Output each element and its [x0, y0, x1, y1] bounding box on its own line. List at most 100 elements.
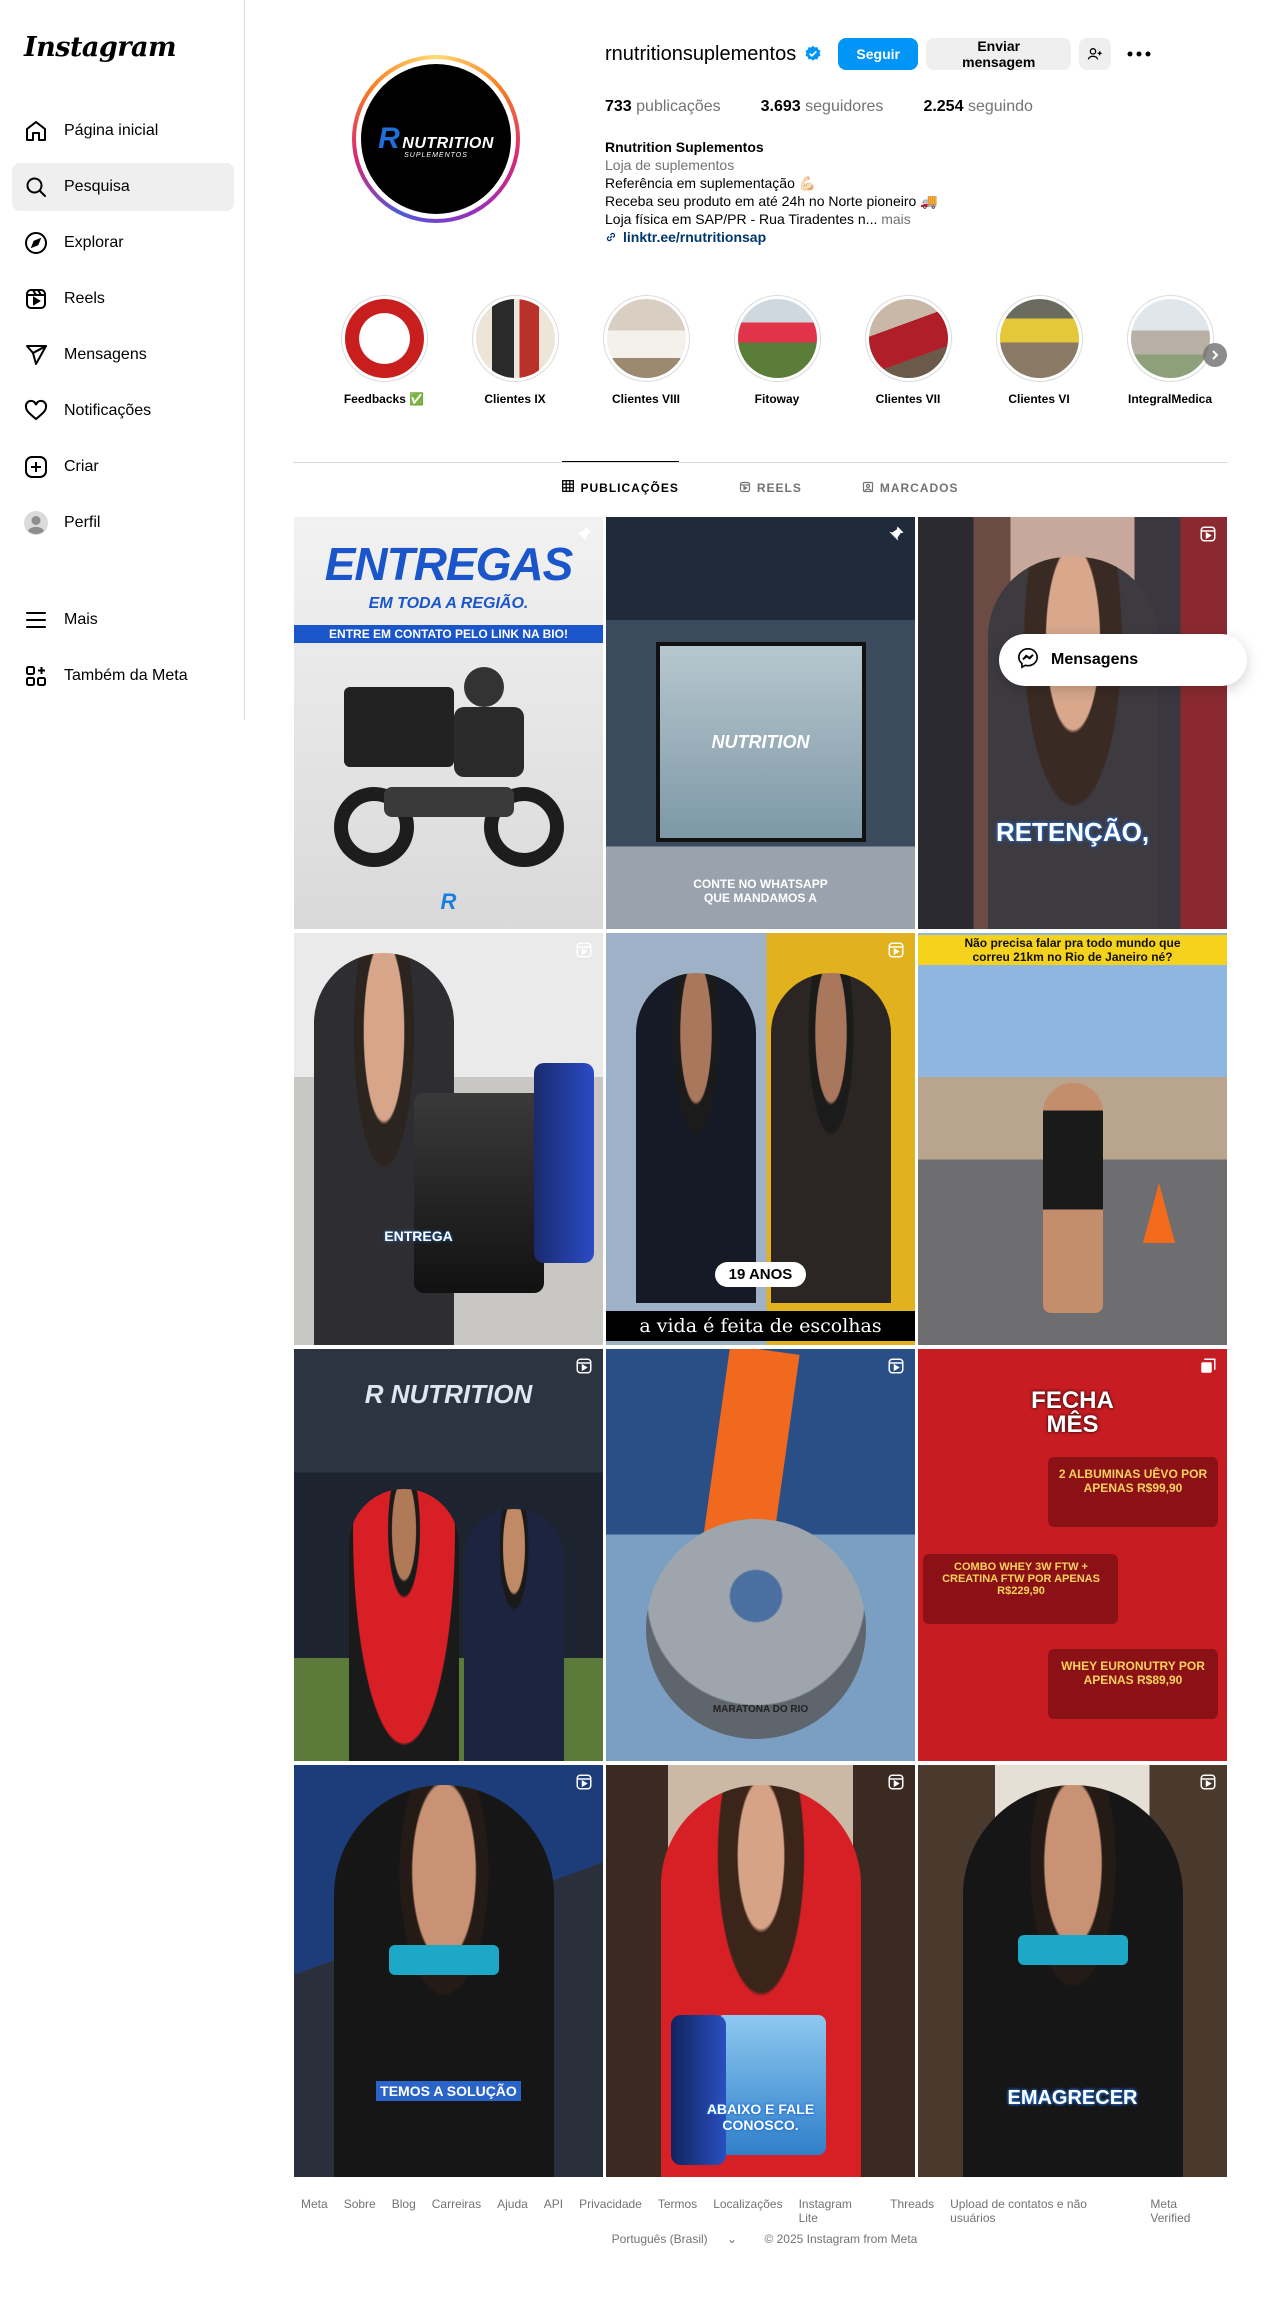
- carousel-icon: [1199, 1357, 1217, 1380]
- bio-more-link[interactable]: mais: [881, 211, 911, 227]
- person-figure: [963, 1785, 1183, 2177]
- footer-link[interactable]: Privacidade: [579, 2197, 642, 2225]
- highlight-item[interactable]: Clientes VI: [985, 295, 1093, 406]
- footer-link[interactable]: Ajuda: [497, 2197, 528, 2225]
- post-item[interactable]: Não precisa falar pra todo mundo que cor…: [918, 933, 1227, 1345]
- send-icon: [24, 343, 48, 367]
- post-item[interactable]: RETENÇÃO,: [918, 517, 1227, 929]
- highlight-item[interactable]: Feedbacks ✅: [330, 295, 438, 406]
- footer-links: Meta Sobre Blog Carreiras Ajuda API Priv…: [293, 2197, 1228, 2225]
- highlight-ring: [733, 295, 821, 382]
- highlight-item[interactable]: Fitoway: [723, 295, 831, 406]
- tab-tagged[interactable]: MARCADOS: [862, 462, 959, 514]
- sidebar-item-messages[interactable]: Mensagens: [12, 331, 234, 379]
- sidebar-item-reels[interactable]: Reels: [12, 275, 234, 323]
- tab-label: PUBLICAÇÕES: [580, 480, 679, 495]
- tab-posts[interactable]: PUBLICAÇÕES: [562, 461, 679, 513]
- footer-link[interactable]: Sobre: [344, 2197, 376, 2225]
- tab-reels[interactable]: REELS: [739, 462, 802, 514]
- sidebar-item-label: Pesquisa: [64, 178, 130, 195]
- reels-icon: [739, 481, 751, 496]
- person-right: [771, 973, 891, 1303]
- post-item[interactable]: ENTREGAS EM TODA A REGIÃO. ENTRE EM CONT…: [294, 517, 603, 929]
- footer-link[interactable]: Meta: [301, 2197, 328, 2225]
- footer-link[interactable]: Upload de contatos e não usuários: [950, 2197, 1134, 2225]
- bio-external-link[interactable]: linktr.ee/rnutritionsap: [605, 228, 965, 246]
- avatar-r: R: [378, 122, 401, 155]
- sidebar-item-label: Explorar: [64, 234, 124, 251]
- following-count[interactable]: 2.254 seguindo: [923, 98, 1032, 116]
- link-icon: [606, 232, 616, 242]
- post-caption: RETENÇÃO,: [995, 817, 1150, 847]
- footer-link[interactable]: Blog: [392, 2197, 416, 2225]
- reel-icon: [1199, 1773, 1217, 1796]
- sidebar-item-search[interactable]: Pesquisa: [12, 163, 234, 211]
- highlight-item[interactable]: Clientes VIII: [592, 295, 700, 406]
- reel-icon: [887, 941, 905, 964]
- language-select[interactable]: Português (Brasil) ⌄: [604, 2232, 745, 2246]
- footer-link[interactable]: Threads: [890, 2197, 934, 2225]
- post-item[interactable]: ABAIXO E FALE CONOSCO.: [606, 1765, 915, 2177]
- highlight-label: Clientes VIII: [611, 392, 681, 406]
- avatar-brand: R NUTRITION: [378, 122, 494, 156]
- highlight-label: Clientes VII: [875, 392, 941, 406]
- sidebar-nav: Página inicial Pesquisa Explorar Reels M…: [12, 107, 234, 555]
- footer-link[interactable]: API: [544, 2197, 563, 2225]
- sidebar-bottom: Mais Também da Meta: [12, 596, 234, 708]
- profile-actions: rnutritionsuplementos Seguir Enviar mens…: [605, 38, 1153, 70]
- suggested-users-button[interactable]: [1079, 38, 1112, 70]
- profile-username: rnutritionsuplementos: [605, 42, 797, 65]
- sidebar-item-create[interactable]: Criar: [12, 443, 234, 491]
- reel-icon: [1199, 525, 1217, 548]
- more-options-icon[interactable]: [1125, 38, 1153, 70]
- highlight-item[interactable]: Clientes IX: [461, 295, 569, 406]
- post-item[interactable]: EMAGRECER: [918, 1765, 1227, 2177]
- footer-link[interactable]: Instagram Lite: [799, 2197, 875, 2225]
- post-item[interactable]: NUTRITION CONTE NO WHATSAPP QUE MANDAMOS…: [606, 517, 915, 929]
- caption-text: TEMOS A SOLUÇÃO: [376, 2081, 521, 2101]
- add-user-icon: [1087, 48, 1102, 60]
- profile-tabs: PUBLICAÇÕES REELS MARCADOS: [293, 461, 1228, 514]
- post-item[interactable]: MARATONA DO RIO: [606, 1349, 915, 1761]
- follow-button[interactable]: Seguir: [838, 38, 919, 70]
- footer-link[interactable]: Meta Verified: [1150, 2197, 1220, 2225]
- highlight-image: [475, 299, 555, 378]
- post-item[interactable]: 19 ANOS a vida é feita de escolhas: [606, 933, 915, 1345]
- tagged-icon: [862, 481, 874, 496]
- verified-badge-icon: [804, 45, 822, 63]
- person-figure: [334, 1785, 554, 2177]
- sidebar-item-notifications[interactable]: Notificações: [12, 387, 234, 435]
- sidebar-item-meta[interactable]: Também da Meta: [12, 652, 234, 700]
- footer-link[interactable]: Carreiras: [432, 2197, 481, 2225]
- post-item[interactable]: ENTREGA: [294, 933, 603, 1345]
- bio-line: Referência em suplementação 💪🏻: [605, 175, 817, 191]
- collar: [389, 1945, 499, 1975]
- highlight-label: IntegralMedica: [1127, 392, 1213, 406]
- messages-floating-button[interactable]: Mensagens: [999, 634, 1247, 686]
- instagram-logo[interactable]: Instagram: [24, 32, 177, 63]
- post-item[interactable]: TEMOS A SOLUÇÃO: [294, 1765, 603, 2177]
- reel-icon: [887, 1773, 905, 1796]
- sidebar-item-explore[interactable]: Explorar: [12, 219, 234, 267]
- send-message-button[interactable]: Enviar mensagem: [926, 38, 1072, 70]
- highlight-ring: [602, 295, 690, 382]
- post-item[interactable]: FECHA MÊS 2 ALBUMINAS UÊVO POR APENAS R$…: [918, 1349, 1227, 1761]
- highlights-next-icon[interactable]: [1203, 343, 1227, 367]
- followers-count[interactable]: 3.693 seguidores: [761, 98, 884, 116]
- footer-link[interactable]: Termos: [658, 2197, 697, 2225]
- post-banner: ENTRE EM CONTATO PELO LINK NA BIO!: [294, 625, 603, 643]
- footer-bottom: Português (Brasil) ⌄ © 2025 Instagram fr…: [293, 2232, 1228, 2246]
- sidebar-item-label: Também da Meta: [64, 667, 188, 684]
- sidebar-item-home[interactable]: Página inicial: [12, 107, 234, 155]
- avatar-icon: [24, 511, 48, 535]
- following-label: seguindo: [967, 98, 1033, 115]
- sidebar-item-more[interactable]: Mais: [12, 596, 234, 644]
- footer-link[interactable]: Localizações: [713, 2197, 782, 2225]
- sidebar-item-profile[interactable]: Perfil: [12, 499, 234, 547]
- bio-line-truncated: Loja física em SAP/PR - Rua Tiradentes n…: [605, 210, 965, 228]
- grid-icon: [562, 480, 575, 495]
- highlight-item[interactable]: Clientes VII: [854, 295, 962, 406]
- profile-avatar-ring[interactable]: R NUTRITION SUPLEMENTOS: [352, 55, 520, 223]
- post-caption: ENTREGA: [384, 1228, 453, 1244]
- post-item[interactable]: R NUTRITION: [294, 1349, 603, 1761]
